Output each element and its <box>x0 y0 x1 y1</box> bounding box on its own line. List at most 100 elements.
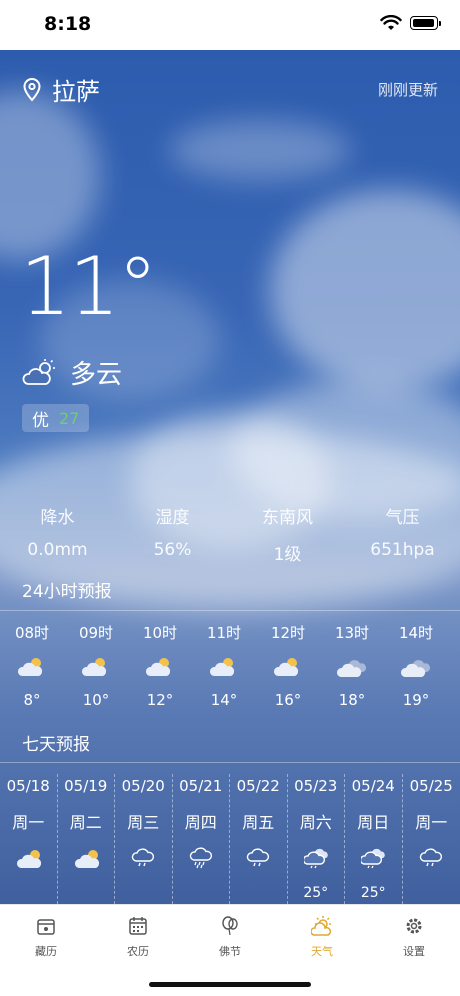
daily-item[interactable]: 05/25 周一 <box>403 774 460 904</box>
daily-item[interactable]: 05/20 周三 <box>115 774 173 904</box>
heavy-rain-icon <box>189 847 213 869</box>
weather-icon <box>310 915 333 937</box>
calendar-box-icon <box>35 915 57 937</box>
partly-sunny-icon <box>17 655 47 679</box>
cloudy-icon <box>336 655 367 679</box>
rain-icon <box>131 847 155 869</box>
day-weekday: 周一 <box>12 813 45 832</box>
cloud-rain-icon <box>302 847 328 869</box>
hour-temp: 18° <box>338 691 366 709</box>
hourly-item: 09时 10° <box>64 622 128 709</box>
condition-row: 多云 <box>22 354 122 391</box>
partly-sunny-icon <box>273 655 303 679</box>
partly-sunny-icon <box>145 655 175 679</box>
day-weekday: 周日 <box>357 813 390 832</box>
tab-calendar-box[interactable]: 藏历 <box>0 905 92 996</box>
update-status: 刚刚更新 <box>377 81 438 99</box>
divider <box>0 762 460 763</box>
tab-label: 设置 <box>403 945 425 958</box>
hourly-forecast[interactable]: 08时 8° 09时 10° 10时 12° 11时 14° 12时 16° 13时 18° 14时 19… <box>0 622 460 709</box>
aqi-value: 27 <box>59 408 80 428</box>
hour-time: 10时 <box>142 624 178 642</box>
stat-label: 气压 <box>385 508 420 528</box>
partly-sunny-icon <box>74 847 99 869</box>
partly-sunny-icon <box>209 655 239 679</box>
day-date: 05/22 <box>236 777 280 795</box>
city-name: 拉萨 <box>52 78 100 106</box>
partly-sunny-icon <box>16 847 42 869</box>
hour-temp: 14° <box>210 691 238 709</box>
rain-icon <box>419 847 443 869</box>
hourly-item: 14时 19° <box>384 622 448 709</box>
weather-stats: 降水 0.0mm 湿度 56% 东南风 1级 气压 651hpa <box>0 503 460 565</box>
tab-label: 农历 <box>127 945 149 958</box>
weekly-forecast-title: 七天预报 <box>22 735 90 755</box>
stat-label: 东南风 <box>262 508 313 528</box>
daily-item[interactable]: 05/22 周五 <box>230 774 288 904</box>
stat-wind: 东南风 1级 <box>230 503 345 565</box>
hour-temp: 19° <box>402 691 430 709</box>
day-date: 05/25 <box>409 777 453 795</box>
cloud-rain-icon <box>360 847 385 869</box>
day-weekday: 周三 <box>127 813 160 832</box>
hour-temp: 12° <box>146 691 174 709</box>
partly-cloudy-icon <box>22 358 55 385</box>
hourly-item: 11时 14° <box>192 622 256 709</box>
day-weekday: 周五 <box>242 813 275 832</box>
day-date: 05/23 <box>294 777 338 795</box>
weekly-forecast[interactable]: 05/18 周一 05/19 周二 05/20 周三 05/21 周四 05/22 周五 05/23… <box>0 774 460 904</box>
day-temp: 25° <box>360 885 386 901</box>
hour-temp: 10° <box>82 691 110 709</box>
status-bar: 8:18 <box>0 0 460 50</box>
day-weekday: 周二 <box>69 813 102 832</box>
hourly-item: 13时 18° <box>320 622 384 709</box>
rain-icon <box>246 847 270 869</box>
condition-label: 多云 <box>70 360 123 390</box>
daily-item[interactable]: 05/23 周六 25° <box>288 774 345 904</box>
daily-item[interactable]: 05/24 周日 25° <box>345 774 403 904</box>
day-date: 05/24 <box>351 777 395 795</box>
day-date: 05/18 <box>6 777 50 795</box>
day-weekday: 周四 <box>184 813 217 832</box>
stat-value: 56% <box>153 540 192 560</box>
hourly-item: 12时 16° <box>256 622 320 709</box>
aqi-level: 优 <box>32 410 49 431</box>
stat-value: 651hpa <box>370 540 435 560</box>
hour-time: 08时 <box>14 624 50 642</box>
stat-label: 湿度 <box>155 508 190 528</box>
calendar-grid-icon <box>127 915 149 937</box>
tab-label: 天气 <box>311 945 333 958</box>
tab-label: 佛节 <box>219 945 241 958</box>
hour-temp: 16° <box>274 691 302 709</box>
stat-value: 1级 <box>273 545 302 565</box>
day-date: 05/19 <box>64 777 108 795</box>
hourly-item: 08时 8° <box>0 622 64 709</box>
day-date: 05/21 <box>179 777 223 795</box>
stat-value: 0.0mm <box>27 540 88 560</box>
hour-time: 11时 <box>206 624 242 642</box>
hour-temp: 8° <box>23 691 41 709</box>
daily-item[interactable]: 05/21 周四 <box>173 774 230 904</box>
daily-item[interactable]: 05/18 周一 <box>0 774 58 904</box>
day-temp: 25° <box>303 885 329 901</box>
daily-item[interactable]: 05/19 周二 <box>58 774 115 904</box>
tab-gear[interactable]: 设置 <box>368 905 460 996</box>
stat-label: 降水 <box>40 508 75 528</box>
day-weekday: 周一 <box>415 813 448 832</box>
divider <box>0 610 460 611</box>
day-weekday: 周六 <box>299 813 332 832</box>
hour-time: 13时 <box>334 624 370 642</box>
stat-precipitation: 降水 0.0mm <box>0 503 115 565</box>
gear-icon <box>403 915 425 937</box>
stat-pressure: 气压 651hpa <box>345 503 460 565</box>
day-date: 05/20 <box>121 777 165 795</box>
stat-humidity: 湿度 56% <box>115 503 230 565</box>
cloudy-icon <box>400 655 431 679</box>
aqi-badge[interactable]: 优 27 <box>22 404 90 432</box>
hour-time: 14时 <box>398 624 434 642</box>
balloon-icon <box>219 915 241 937</box>
location-row[interactable]: 拉萨 <box>22 72 100 107</box>
location-pin-icon <box>23 77 41 101</box>
battery-icon <box>410 16 441 30</box>
partly-sunny-icon <box>81 655 111 679</box>
